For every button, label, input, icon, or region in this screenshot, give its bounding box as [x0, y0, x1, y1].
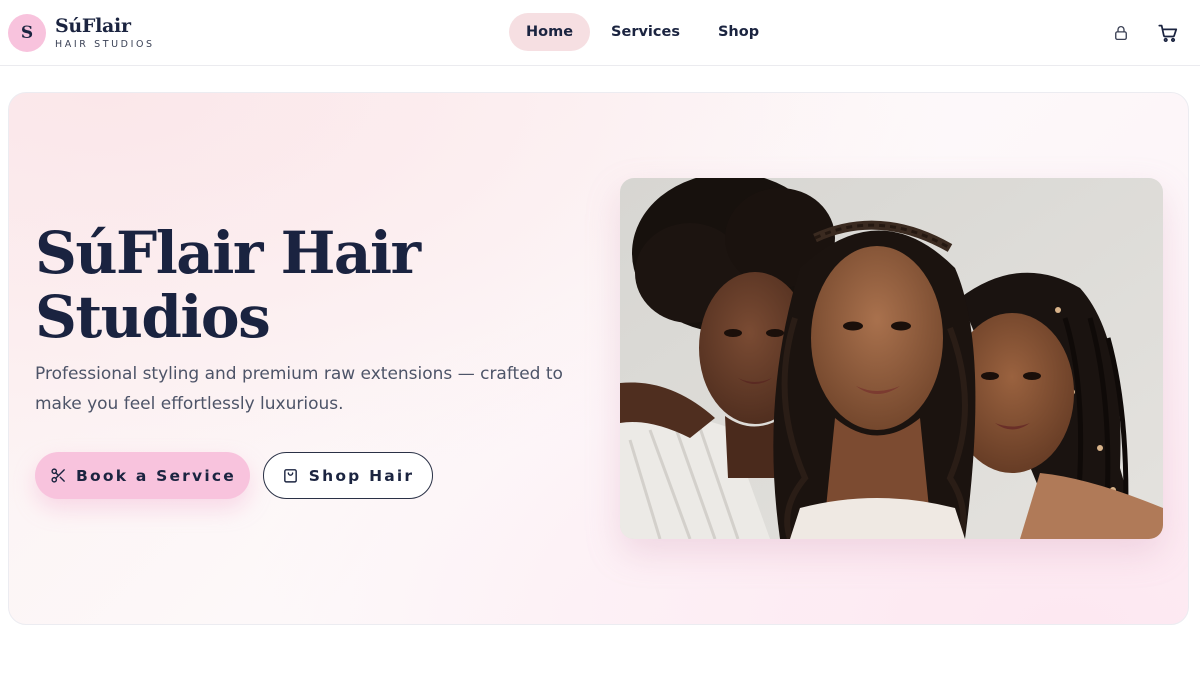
- nav-item-shop[interactable]: Shop: [701, 13, 776, 51]
- hero-description: Professional styling and premium raw ext…: [35, 364, 563, 414]
- scissors-icon: [49, 467, 67, 485]
- book-service-label: Book a Service: [76, 466, 236, 485]
- shop-hair-label: Shop Hair: [308, 466, 415, 485]
- main-nav: Home Services Shop: [509, 13, 780, 51]
- hero-section: SúFlair Hair Studios Professional stylin…: [8, 92, 1189, 625]
- brand-badge: S: [8, 14, 46, 52]
- nav-item-home[interactable]: Home: [509, 13, 591, 51]
- shop-hair-button[interactable]: Shop Hair: [263, 452, 433, 499]
- brand-subtitle: HAIR STUDIOS: [55, 38, 155, 50]
- brand-text: SúFlair HAIR STUDIOS: [55, 14, 155, 50]
- hero-title-line-1: SúFlair Hair: [35, 219, 421, 287]
- lock-icon[interactable]: [1108, 20, 1134, 46]
- hero-title: SúFlair Hair Studios: [35, 221, 595, 349]
- hero-photo: [620, 178, 1163, 539]
- brand-name: SúFlair: [55, 14, 131, 37]
- book-service-button[interactable]: Book a Service: [35, 452, 250, 499]
- nav-item-services[interactable]: Services: [594, 13, 697, 51]
- cart-icon[interactable]: [1155, 20, 1181, 46]
- brand-logo-link[interactable]: S SúFlair HAIR STUDIOS: [8, 13, 155, 53]
- site-header: S SúFlair HAIR STUDIOS Home Services Sho…: [0, 0, 1200, 66]
- hero-title-line-2: Studios: [35, 283, 271, 351]
- shopping-bag-icon: [282, 467, 300, 485]
